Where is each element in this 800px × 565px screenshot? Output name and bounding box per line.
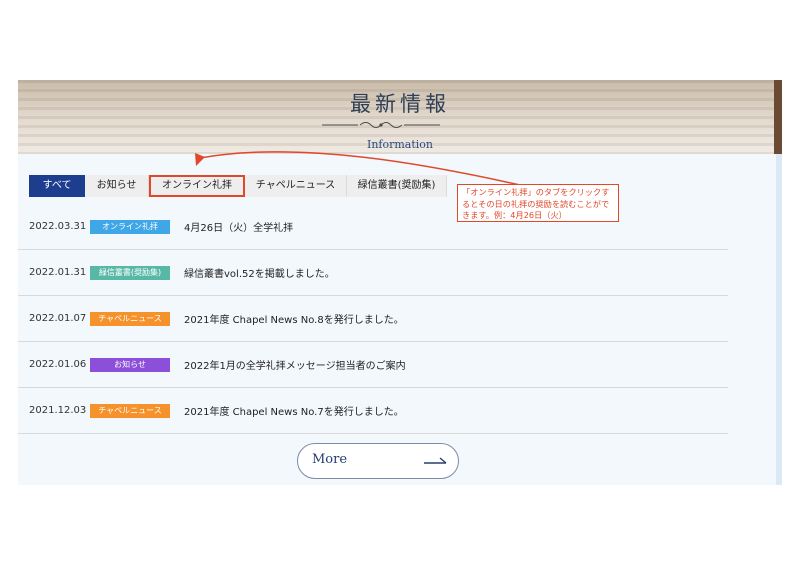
news-title-link[interactable]: 緑信叢書vol.52を掲載しました。 xyxy=(184,265,335,280)
news-title-link[interactable]: 2021年度 Chapel News No.7を発行しました。 xyxy=(184,403,404,418)
more-button[interactable]: More xyxy=(297,443,459,479)
news-date: 2022.03.31 xyxy=(29,221,87,232)
news-date: 2022.01.07 xyxy=(29,313,87,324)
news-row[interactable]: 2021.12.03 チャペルニュース 2021年度 Chapel News N… xyxy=(18,388,728,434)
news-date: 2021.12.03 xyxy=(29,405,87,416)
tab-chapel-news[interactable]: チャペルニュース xyxy=(245,175,347,197)
category-badge[interactable]: オンライン礼拝 xyxy=(90,219,170,234)
page-title: 最新情報 xyxy=(350,92,450,116)
more-button-label: More xyxy=(312,452,348,467)
news-title-link[interactable]: 2022年1月の全学礼拝メッセージ担当者のご案内 xyxy=(184,357,406,372)
category-badge[interactable]: チャペルニュース xyxy=(90,403,170,418)
category-tabs: すべて お知らせ オンライン礼拝 チャペルニュース 緑信叢書(奨励集) xyxy=(29,175,447,197)
news-row[interactable]: 2022.03.31 オンライン礼拝 4月26日（火）全学礼拝 xyxy=(18,204,728,250)
page-subtitle: Information xyxy=(366,138,434,151)
ornament-divider-icon xyxy=(322,122,440,128)
news-title-link[interactable]: 2021年度 Chapel News No.8を発行しました。 xyxy=(184,311,404,326)
news-date: 2022.01.06 xyxy=(29,359,87,370)
panel-edge xyxy=(776,154,782,485)
tab-online-worship[interactable]: オンライン礼拝 xyxy=(149,175,245,197)
news-list: 2022.03.31 オンライン礼拝 4月26日（火）全学礼拝 2022.01.… xyxy=(18,204,728,434)
arrow-right-icon xyxy=(424,457,447,464)
header-banner: 最新情報 Information xyxy=(18,80,782,154)
news-title-link[interactable]: 4月26日（火）全学礼拝 xyxy=(184,219,293,234)
news-row[interactable]: 2022.01.07 チャペルニュース 2021年度 Chapel News N… xyxy=(18,296,728,342)
news-row[interactable]: 2022.01.06 お知らせ 2022年1月の全学礼拝メッセージ担当者のご案内 xyxy=(18,342,728,388)
tab-ryokushin-sosho[interactable]: 緑信叢書(奨励集) xyxy=(347,175,447,197)
tab-all[interactable]: すべて xyxy=(29,175,85,197)
tab-notices[interactable]: お知らせ xyxy=(85,175,149,197)
category-badge[interactable]: チャペルニュース xyxy=(90,311,170,326)
category-badge[interactable]: 緑信叢書(奨励集) xyxy=(90,265,170,280)
category-badge[interactable]: お知らせ xyxy=(90,357,170,372)
annotation-callout: 「オンライン礼拝」のタブをクリックするとその日の礼拝の奨励を読むことができます。… xyxy=(457,184,619,222)
news-date: 2022.01.31 xyxy=(29,267,87,278)
news-row[interactable]: 2022.01.31 緑信叢書(奨励集) 緑信叢書vol.52を掲載しました。 xyxy=(18,250,728,296)
news-panel: 最新情報 Information すべて お知らせ オンライン礼拝 チャペルニュ… xyxy=(18,80,782,485)
